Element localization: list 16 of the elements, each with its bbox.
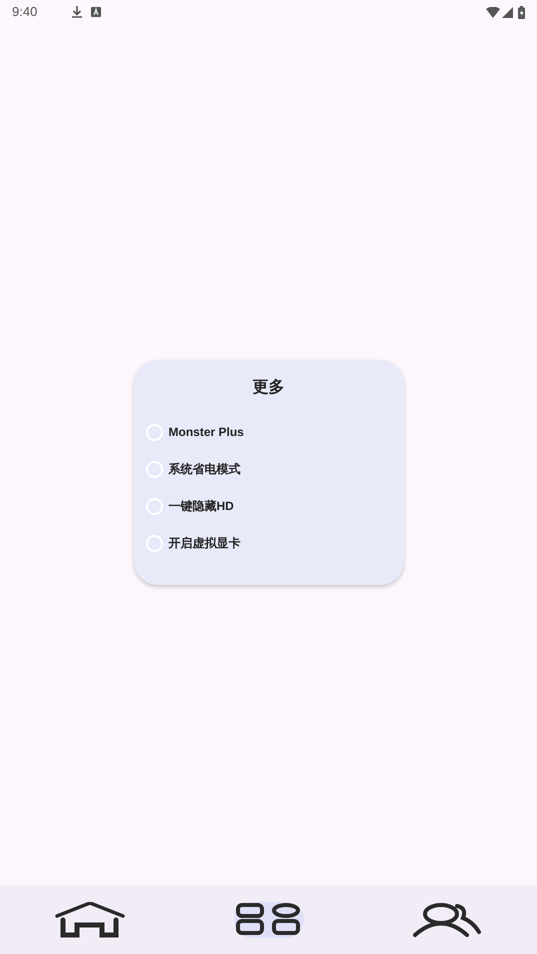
nav-tab[interactable] <box>234 902 304 938</box>
status-time: 9:40 <box>12 3 38 22</box>
nav-tab[interactable] <box>412 902 482 938</box>
option-label: 一键隐藏HD <box>168 498 234 515</box>
option-label: 系统省电模式 <box>168 461 240 478</box>
people-icon <box>412 902 482 938</box>
home-icon <box>54 902 124 938</box>
option-label: Monster Plus <box>168 424 244 441</box>
option-label: 开启虚拟显卡 <box>168 535 240 552</box>
keyboard-icon <box>91 7 102 17</box>
wifi-icon <box>486 6 500 18</box>
dialog-title: 更多 <box>252 378 286 398</box>
download-icon <box>72 6 82 18</box>
battery-icon <box>518 6 525 18</box>
nav-tab[interactable] <box>54 902 124 938</box>
signal-icon <box>502 6 513 18</box>
